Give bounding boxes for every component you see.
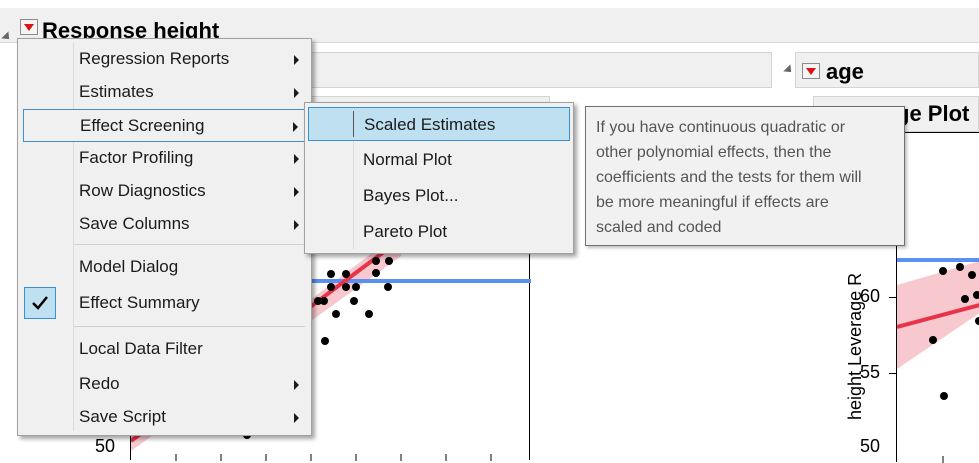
effect-screening-submenu: Scaled Estimates Normal Plot Bayes Plot.… bbox=[304, 102, 574, 254]
submenu-arrow-icon bbox=[294, 154, 299, 164]
submenu-arrow-icon bbox=[294, 55, 299, 65]
disclosure-triangle-icon[interactable] bbox=[783, 64, 795, 76]
menu-item-label: Scaled Estimates bbox=[364, 115, 496, 134]
red-triangle-menu-icon[interactable] bbox=[802, 63, 820, 79]
menu-item-save-script[interactable]: Save Script bbox=[18, 401, 311, 434]
right-outline-title: age bbox=[826, 59, 864, 84]
right-outline-box: age bbox=[783, 52, 979, 88]
menu-item-label: Regression Reports bbox=[79, 49, 230, 68]
right-plot-svg bbox=[897, 258, 979, 463]
y-tick-mark bbox=[889, 297, 896, 298]
submenu-item-normal-plot[interactable]: Normal Plot bbox=[305, 144, 573, 177]
menu-item-label: Model Dialog bbox=[79, 257, 179, 276]
menu-item-label: Effect Summary bbox=[79, 293, 200, 312]
x-axis-ticks bbox=[175, 454, 492, 461]
submenu-item-pareto-plot[interactable]: Pareto Plot bbox=[305, 216, 573, 249]
submenu-item-bayes-plot[interactable]: Bayes Plot... bbox=[305, 180, 573, 213]
tooltip-line: If you have continuous quadratic or bbox=[596, 119, 846, 136]
submenu-arrow-icon bbox=[294, 220, 299, 230]
menu-item-label: Normal Plot bbox=[363, 150, 452, 169]
y-tick-mark bbox=[889, 373, 896, 374]
checkmark-icon bbox=[24, 287, 56, 319]
menu-separator bbox=[74, 244, 305, 245]
tooltip-line: coefficients and the tests for them will bbox=[596, 169, 862, 186]
tooltip-line: other polynomial effects, then the bbox=[596, 144, 832, 161]
menu-separator bbox=[74, 326, 305, 327]
red-triangle-menu-icon[interactable] bbox=[20, 19, 38, 35]
right-y-tick-60: 60 bbox=[860, 286, 881, 306]
submenu-arrow-icon bbox=[294, 413, 299, 423]
menu-item-effect-summary[interactable]: Effect Summary bbox=[18, 287, 311, 320]
submenu-arrow-icon bbox=[294, 380, 299, 390]
menu-item-label: Estimates bbox=[79, 82, 154, 101]
menu-item-label: Bayes Plot... bbox=[363, 186, 459, 205]
menu-item-label: Redo bbox=[79, 374, 120, 393]
menu-item-label: Pareto Plot bbox=[363, 222, 448, 241]
tooltip-line: scaled and coded bbox=[596, 219, 722, 236]
right-plot-title: ge Plot bbox=[896, 101, 970, 126]
tooltip: If you have continuous quadratic or othe… bbox=[585, 106, 905, 246]
menu-item-label: Save Script bbox=[79, 407, 166, 426]
right-y-tick-55: 55 bbox=[860, 362, 881, 382]
menu-item-model-dialog[interactable]: Model Dialog bbox=[18, 251, 311, 284]
context-menu: Regression Reports Estimates Effect Scre… bbox=[17, 38, 312, 436]
right-leverage-plot[interactable] bbox=[896, 132, 979, 463]
menu-item-regression-reports[interactable]: Regression Reports bbox=[18, 43, 311, 76]
submenu-arrow-icon bbox=[294, 187, 299, 197]
menu-item-factor-profiling[interactable]: Factor Profiling bbox=[18, 142, 311, 175]
menu-item-label: Factor Profiling bbox=[79, 148, 194, 167]
menu-item-label: Local Data Filter bbox=[79, 339, 203, 358]
submenu-item-scaled-estimates[interactable]: Scaled Estimates bbox=[308, 107, 570, 141]
menu-item-estimates[interactable]: Estimates bbox=[18, 76, 311, 109]
menu-item-label: Effect Screening bbox=[80, 116, 205, 135]
menu-item-effect-screening[interactable]: Effect Screening bbox=[23, 109, 306, 142]
tooltip-line: be more meaningful if effects are bbox=[596, 194, 829, 211]
menu-item-label: Save Columns bbox=[79, 214, 190, 233]
disclosure-triangle-icon[interactable] bbox=[1, 31, 13, 43]
menu-item-local-data-filter[interactable]: Local Data Filter bbox=[18, 333, 311, 366]
menu-gutter bbox=[353, 111, 354, 137]
menu-item-row-diagnostics[interactable]: Row Diagnostics bbox=[18, 175, 311, 208]
menu-item-save-columns[interactable]: Save Columns bbox=[18, 208, 311, 241]
submenu-arrow-icon bbox=[294, 88, 299, 98]
submenu-arrow-icon bbox=[293, 122, 298, 132]
menu-item-redo[interactable]: Redo bbox=[18, 368, 311, 401]
menu-item-label: Row Diagnostics bbox=[79, 181, 206, 200]
